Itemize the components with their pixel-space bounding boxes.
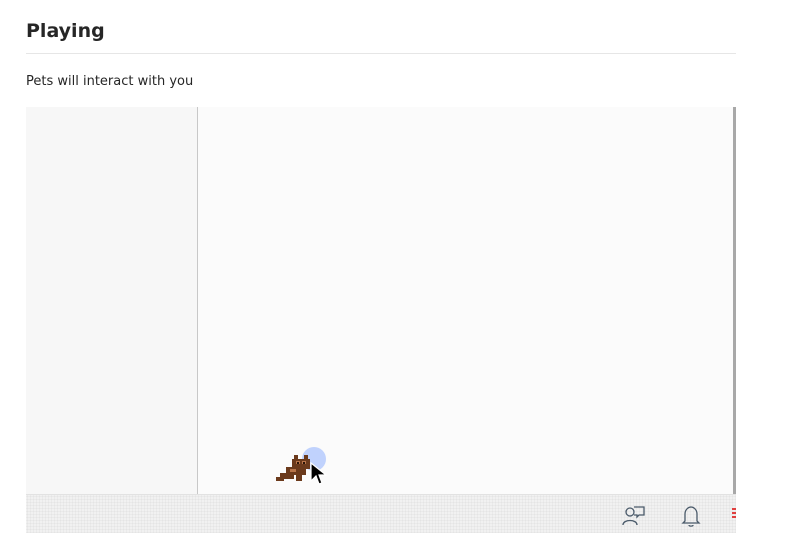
pet-preview-area	[26, 107, 736, 533]
section-divider	[26, 53, 736, 54]
taskbar-edge-indicator	[732, 508, 736, 520]
section-description: Pets will interact with you	[26, 74, 194, 89]
preview-scrollbar	[733, 107, 736, 494]
mouse-pointer-icon	[310, 462, 328, 485]
notification-bell-icon[interactable]	[678, 503, 704, 529]
section-title: Playing	[26, 20, 105, 42]
feedback-icon[interactable]	[621, 503, 647, 529]
preview-sidebar-panel	[26, 107, 198, 494]
preview-taskbar	[26, 494, 736, 533]
